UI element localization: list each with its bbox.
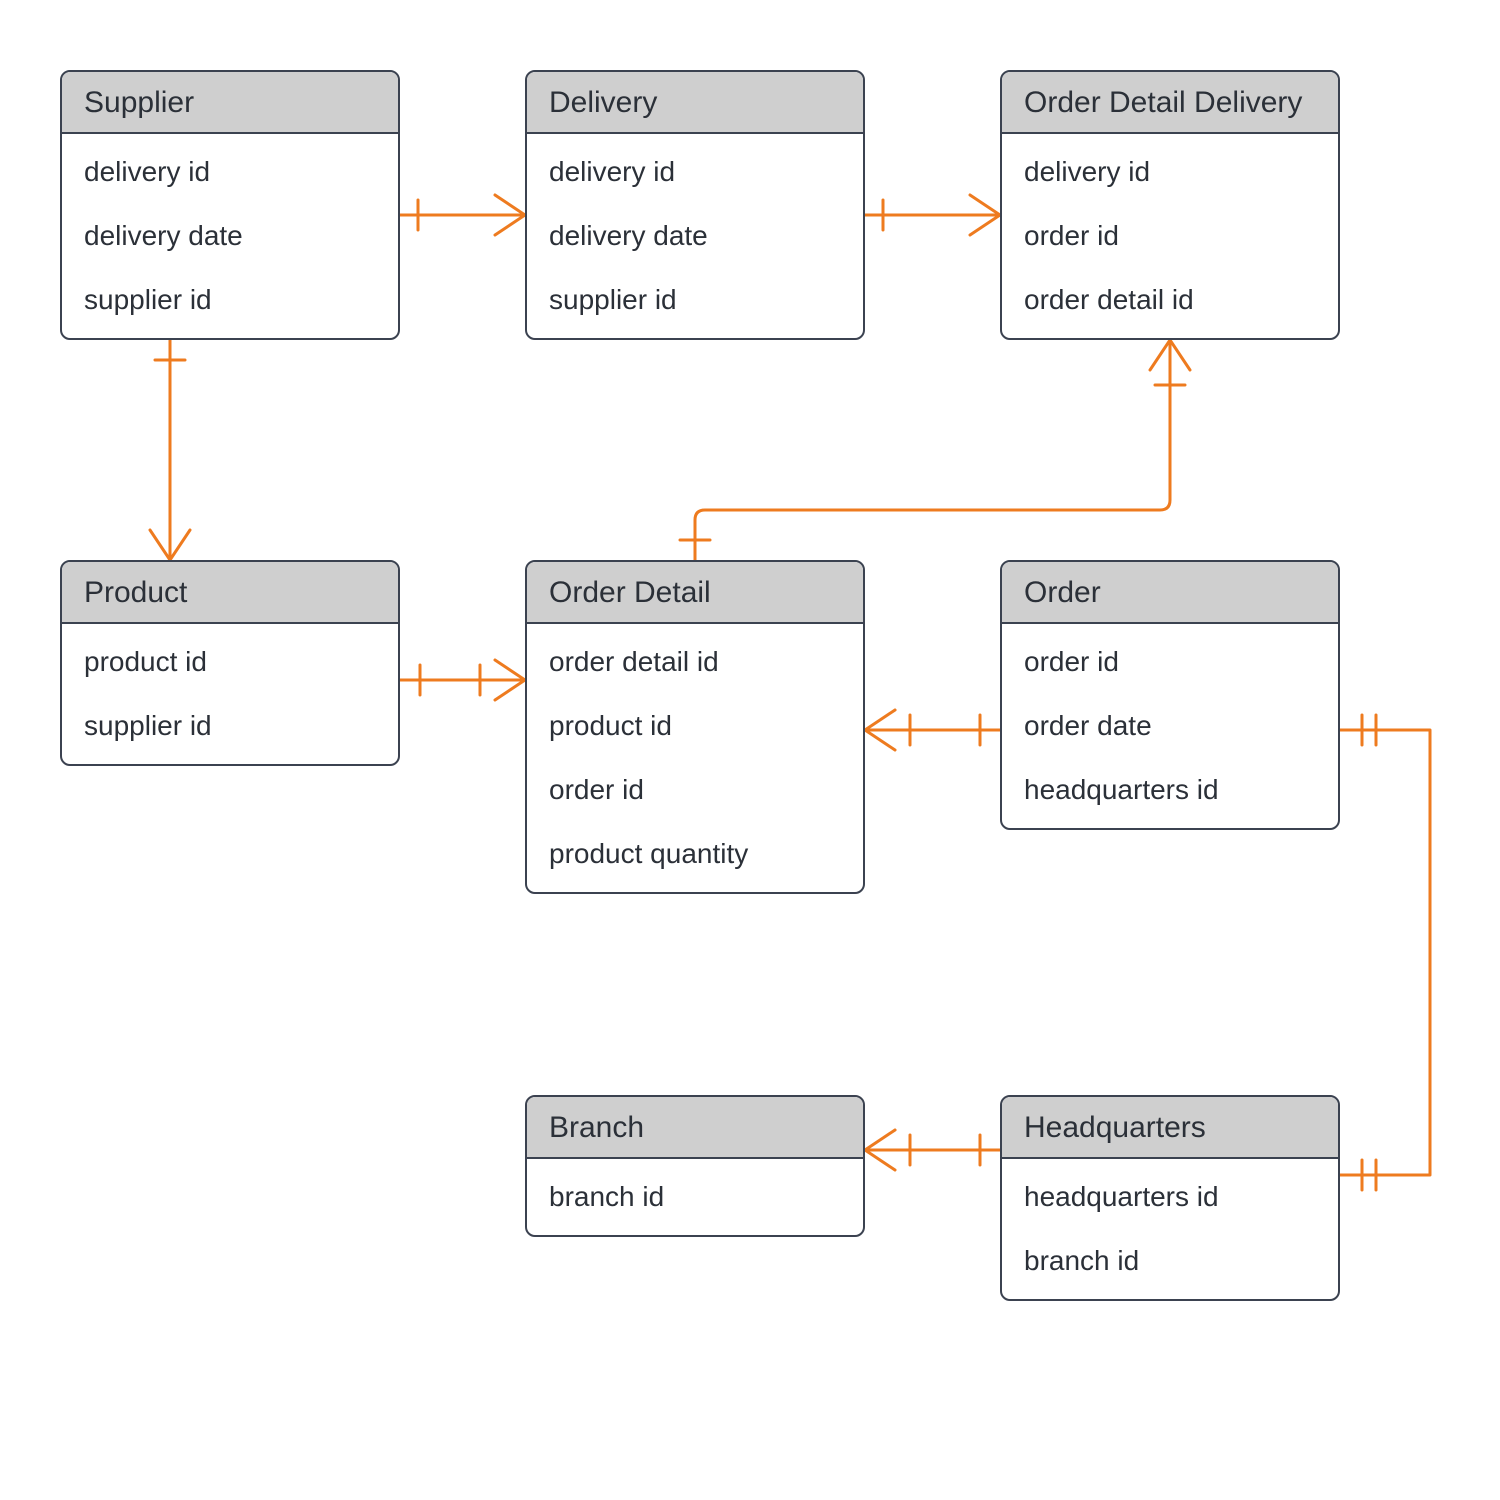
entity-supplier: Supplier delivery id delivery date suppl…: [60, 70, 400, 340]
attr: headquarters id: [1002, 1165, 1338, 1229]
attr: supplier id: [527, 268, 863, 332]
entity-od-body: order detail id product id order id prod…: [527, 624, 863, 892]
entity-branch-body: branch id: [527, 1159, 863, 1235]
attr: supplier id: [62, 268, 398, 332]
attr: headquarters id: [1002, 758, 1338, 822]
entity-order-body: order id order date headquarters id: [1002, 624, 1338, 828]
entity-branch-title: Branch: [527, 1097, 863, 1159]
entity-branch: Branch branch id: [525, 1095, 865, 1237]
entity-od-title: Order Detail: [527, 562, 863, 624]
attr: delivery date: [62, 204, 398, 268]
entity-supplier-body: delivery id delivery date supplier id: [62, 134, 398, 338]
attr: delivery id: [527, 140, 863, 204]
entity-order-detail-delivery: Order Detail Delivery delivery id order …: [1000, 70, 1340, 340]
attr: delivery date: [527, 204, 863, 268]
attr: branch id: [527, 1165, 863, 1229]
entity-headquarters: Headquarters headquarters id branch id: [1000, 1095, 1340, 1301]
entity-delivery: Delivery delivery id delivery date suppl…: [525, 70, 865, 340]
attr: branch id: [1002, 1229, 1338, 1293]
attr: order id: [1002, 630, 1338, 694]
attr: supplier id: [62, 694, 398, 758]
entity-product: Product product id supplier id: [60, 560, 400, 766]
attr: order id: [527, 758, 863, 822]
attr: order id: [1002, 204, 1338, 268]
attr: order detail id: [1002, 268, 1338, 332]
entity-product-title: Product: [62, 562, 398, 624]
entity-order-detail: Order Detail order detail id product id …: [525, 560, 865, 894]
attr: order date: [1002, 694, 1338, 758]
attr: delivery id: [62, 140, 398, 204]
entity-delivery-title: Delivery: [527, 72, 863, 134]
entity-order: Order order id order date headquarters i…: [1000, 560, 1340, 830]
attr: delivery id: [1002, 140, 1338, 204]
attr: product id: [527, 694, 863, 758]
attr: product quantity: [527, 822, 863, 886]
entity-product-body: product id supplier id: [62, 624, 398, 764]
entity-odd-body: delivery id order id order detail id: [1002, 134, 1338, 338]
entity-hq-title: Headquarters: [1002, 1097, 1338, 1159]
attr: order detail id: [527, 630, 863, 694]
attr: product id: [62, 630, 398, 694]
entity-hq-body: headquarters id branch id: [1002, 1159, 1338, 1299]
er-diagram: { "entities": { "supplier": { "title": "…: [0, 0, 1500, 1500]
entity-supplier-title: Supplier: [62, 72, 398, 134]
entity-order-title: Order: [1002, 562, 1338, 624]
entity-delivery-body: delivery id delivery date supplier id: [527, 134, 863, 338]
entity-odd-title: Order Detail Delivery: [1002, 72, 1338, 134]
